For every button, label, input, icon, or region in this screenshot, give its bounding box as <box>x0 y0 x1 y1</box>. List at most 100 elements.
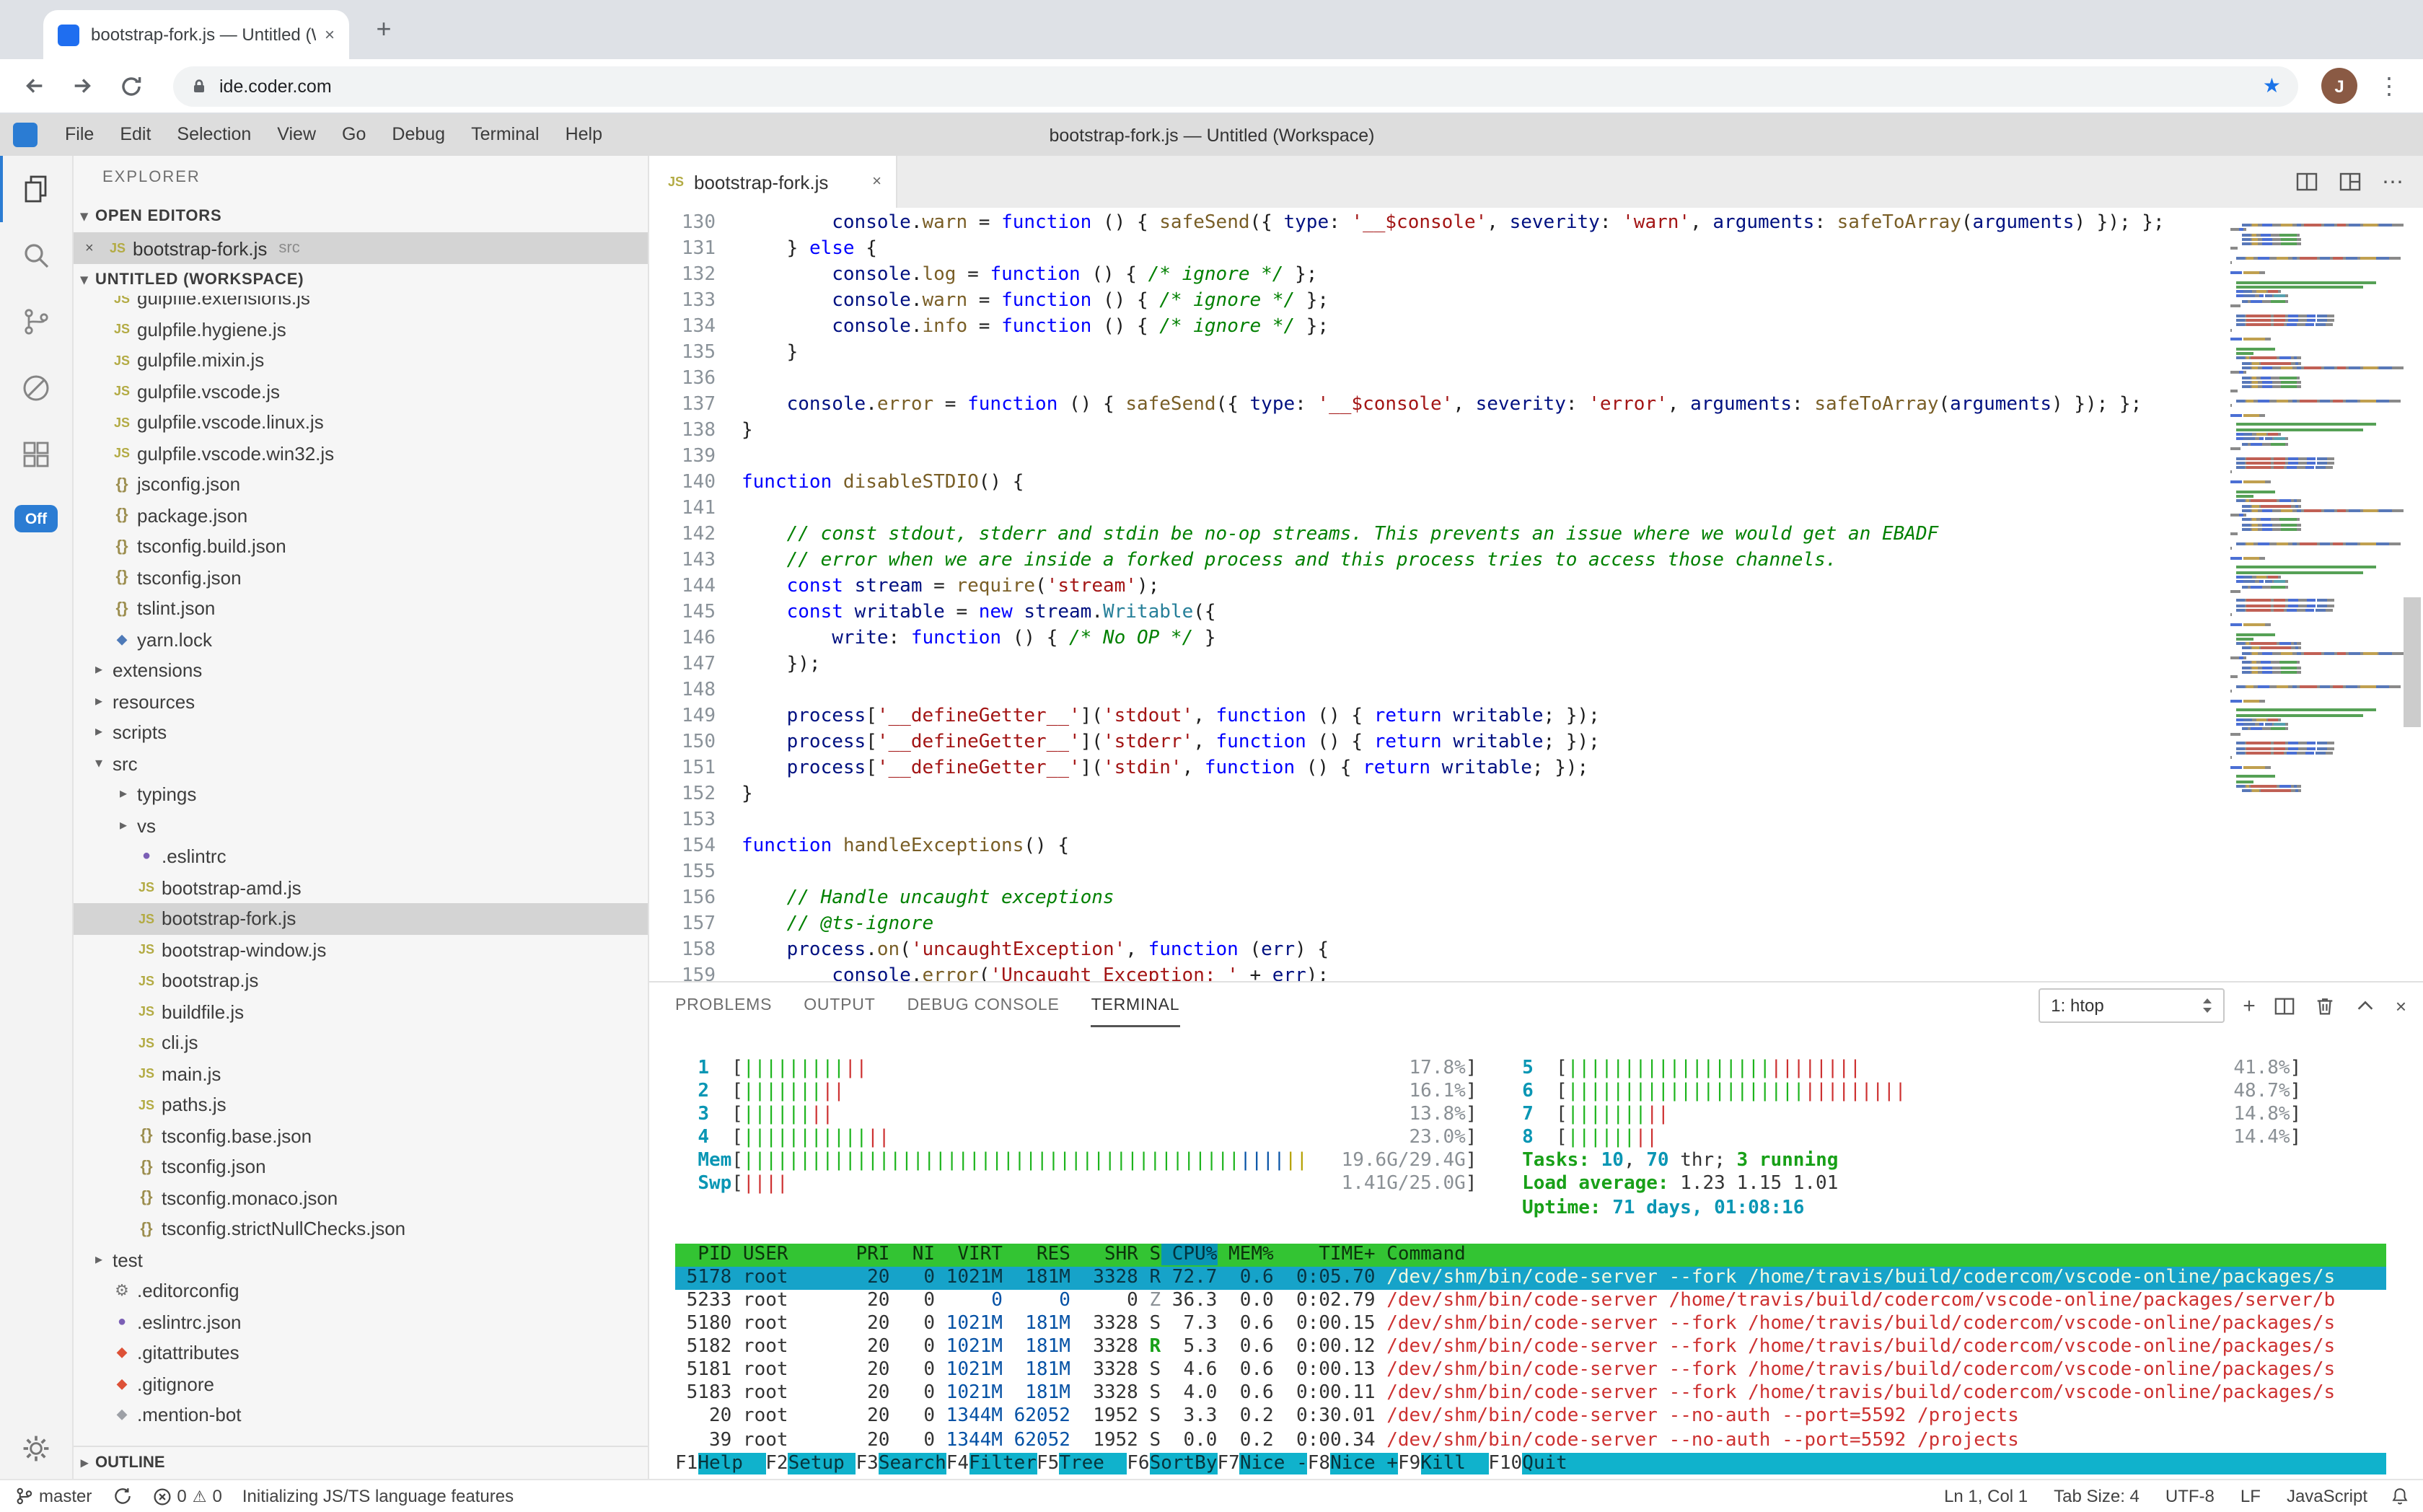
tree-item[interactable]: JSmain.js <box>74 1058 648 1089</box>
tree-item[interactable]: {}tsconfig.monaco.json <box>74 1182 648 1213</box>
tree-item[interactable]: JSgulpfile.vscode.js <box>74 376 648 407</box>
app-logo[interactable] <box>13 123 38 147</box>
tree-folder[interactable]: ▸vs <box>74 810 648 841</box>
panel-tab-terminal[interactable]: TERMINAL <box>1091 984 1180 1027</box>
new-terminal-icon[interactable]: + <box>2243 993 2256 1018</box>
tree-item[interactable]: ⚙.editorconfig <box>74 1275 648 1306</box>
js-file-icon: JS <box>110 322 134 337</box>
tree-item[interactable]: JSbootstrap-window.js <box>74 934 648 965</box>
tab-size[interactable]: Tab Size: 4 <box>2054 1486 2140 1506</box>
activitybar-source-control[interactable] <box>0 289 72 355</box>
problems-indicator[interactable]: 0 ⚠ 0 <box>152 1486 222 1506</box>
panel-tab-output[interactable]: OUTPUT <box>804 984 875 1027</box>
tree-folder[interactable]: ▸resources <box>74 686 648 717</box>
sync-button[interactable] <box>112 1486 132 1506</box>
tree-item[interactable]: ◆.gitattributes <box>74 1337 648 1368</box>
browser-tab[interactable]: bootstrap-fork.js — Untitled (W × <box>43 10 349 59</box>
editor-layout-icon[interactable] <box>2339 170 2362 193</box>
activitybar-explorer[interactable] <box>0 156 72 222</box>
menu-edit[interactable]: Edit <box>107 114 164 156</box>
open-editors-header[interactable]: ▾ OPEN EDITORS <box>74 201 648 232</box>
kill-terminal-icon[interactable] <box>2315 995 2336 1016</box>
tree-item[interactable]: ◆yarn.lock <box>74 624 648 655</box>
close-panel-icon[interactable]: × <box>2396 995 2406 1016</box>
status-off-badge[interactable]: Off <box>14 505 58 532</box>
js-file-icon: JS <box>664 175 688 189</box>
tree-item[interactable]: JSbuildfile.js <box>74 996 648 1027</box>
menu-debug[interactable]: Debug <box>379 114 458 156</box>
activitybar-extensions[interactable] <box>0 421 72 488</box>
terminal[interactable]: 1 [||||||||||| 17.8%] 5 [|||||||||||||||… <box>649 1029 2386 1479</box>
split-terminal-icon[interactable] <box>2274 995 2296 1016</box>
editor-actions: ⋯ <box>2295 156 2423 208</box>
encoding[interactable]: UTF-8 <box>2165 1486 2215 1506</box>
tree-item[interactable]: JSgulpfile.vscode.win32.js <box>74 438 648 469</box>
tree-item[interactable]: JSgulpfile.vscode.linux.js <box>74 407 648 438</box>
tree-item[interactable]: JSbootstrap.js <box>74 965 648 996</box>
tree-item[interactable]: {}tsconfig.json <box>74 1151 648 1182</box>
tree-item[interactable]: {}package.json <box>74 500 648 531</box>
tree-item[interactable]: {}tsconfig.build.json <box>74 531 648 562</box>
split-editor-icon[interactable] <box>2295 170 2318 193</box>
panel-tab-debug-console[interactable]: DEBUG CONSOLE <box>907 984 1060 1027</box>
profile-avatar[interactable]: J <box>2321 68 2357 104</box>
browser-menu-icon[interactable]: ⋮ <box>2378 71 2401 100</box>
menu-file[interactable]: File <box>52 114 107 156</box>
panel-tab-problems[interactable]: PROBLEMS <box>675 984 772 1027</box>
tree-item[interactable]: {}tslint.json <box>74 593 648 624</box>
address-bar[interactable]: ide.coder.com ★ <box>173 66 2298 106</box>
tree-item[interactable]: JSgulpfile.hygiene.js <box>74 314 648 345</box>
activitybar-debug[interactable] <box>0 355 72 421</box>
activitybar-settings[interactable] <box>0 1433 72 1464</box>
tree-item[interactable]: JSgulpfile.mixin.js <box>74 345 648 376</box>
code-editor[interactable]: 1301311321331341351361371381391401411421… <box>649 208 2423 983</box>
tree-folder[interactable]: ▾src <box>74 748 648 779</box>
close-editor-icon[interactable]: × <box>85 240 105 256</box>
more-actions-icon[interactable]: ⋯ <box>2382 169 2404 195</box>
scrollbar-thumb[interactable] <box>2404 597 2421 727</box>
new-tab-button[interactable]: + <box>366 12 401 46</box>
outline-header[interactable]: ▸ OUTLINE <box>74 1446 648 1479</box>
menu-help[interactable]: Help <box>553 114 615 156</box>
tree-item[interactable]: JSgulpfile.extensions.js <box>74 296 648 314</box>
tree-item[interactable]: JScli.js <box>74 1027 648 1058</box>
tree-folder[interactable]: ▸extensions <box>74 655 648 686</box>
tree-folder[interactable]: ▸typings <box>74 779 648 810</box>
menu-selection[interactable]: Selection <box>164 114 264 156</box>
terminal-picker-label: 1: htop <box>2051 995 2103 1016</box>
terminal-picker[interactable]: 1: htop <box>2038 988 2224 1023</box>
minimap[interactable] <box>2230 214 2386 784</box>
tree-item[interactable]: ◆.gitignore <box>74 1368 648 1399</box>
activitybar-search[interactable] <box>0 222 72 289</box>
menu-terminal[interactable]: Terminal <box>458 114 553 156</box>
reload-button[interactable] <box>113 67 150 105</box>
tree-item[interactable]: {}tsconfig.json <box>74 562 648 593</box>
tree-item[interactable]: {}tsconfig.strictNullChecks.json <box>74 1213 648 1244</box>
tree-item[interactable]: ●.eslintrc <box>74 841 648 872</box>
tab-close-icon[interactable]: × <box>872 173 881 190</box>
menu-go[interactable]: Go <box>329 114 379 156</box>
tree-item[interactable]: ◆.mention-bot <box>74 1399 648 1430</box>
tree-item[interactable]: JSbootstrap-amd.js <box>74 872 648 903</box>
workspace-header[interactable]: ▾ UNTITLED (WORKSPACE) <box>74 264 648 296</box>
tree-item[interactable]: {}jsconfig.json <box>74 469 648 500</box>
language-mode[interactable]: JavaScript <box>2287 1486 2367 1506</box>
tab-close-icon[interactable]: × <box>325 25 335 45</box>
eol[interactable]: LF <box>2240 1486 2261 1506</box>
open-editor-item[interactable]: × JS bootstrap-fork.js src <box>74 232 648 264</box>
cursor-position[interactable]: Ln 1, Col 1 <box>1944 1486 2028 1506</box>
back-button[interactable] <box>14 67 52 105</box>
bookmark-star-icon[interactable]: ★ <box>2263 74 2281 98</box>
editor-scrollbar[interactable] <box>2389 208 2423 983</box>
menu-view[interactable]: View <box>264 114 329 156</box>
git-branch-indicator[interactable]: master <box>14 1486 92 1506</box>
tree-folder[interactable]: ▸scripts <box>74 717 648 748</box>
tree-item[interactable]: JSpaths.js <box>74 1089 648 1120</box>
tree-folder[interactable]: ▸test <box>74 1244 648 1275</box>
tree-item[interactable]: JSbootstrap-fork.js <box>74 903 648 934</box>
tree-item[interactable]: ●.eslintrc.json <box>74 1306 648 1337</box>
tree-item[interactable]: {}tsconfig.base.json <box>74 1120 648 1151</box>
notifications-bell[interactable] <box>2391 1486 2409 1506</box>
editor-tab[interactable]: JS bootstrap-fork.js × <box>649 156 897 208</box>
maximize-panel-icon[interactable] <box>2355 995 2377 1016</box>
